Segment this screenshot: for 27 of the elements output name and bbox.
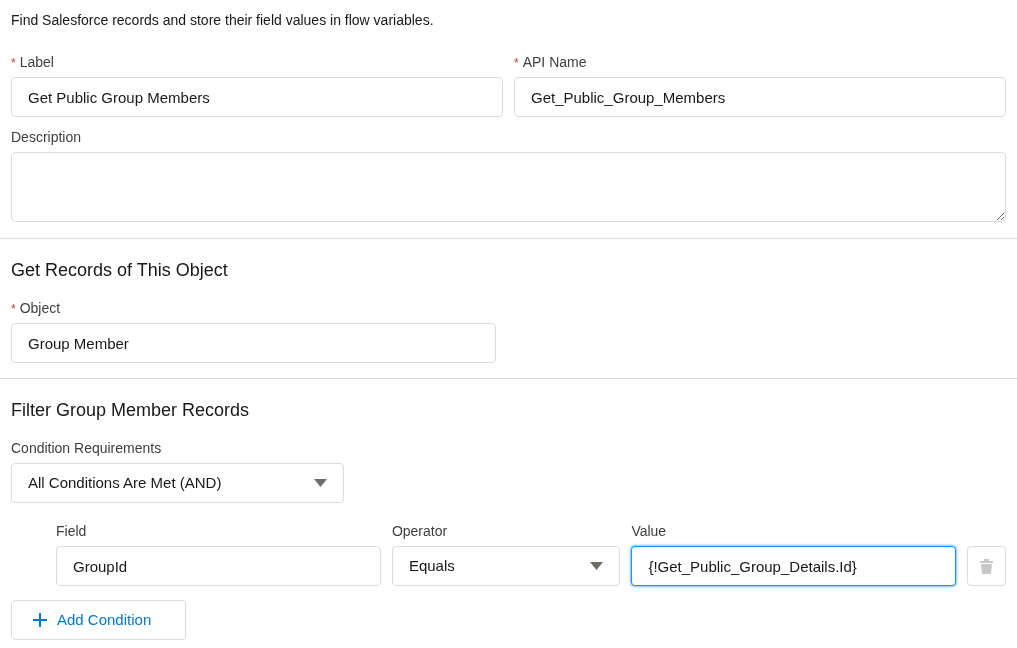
section-heading: Get Records of This Object [11,259,229,282]
text-input[interactable]: {!Get_Public_Group_Details.Id} [631,546,957,586]
text-input[interactable]: Get Public Group Members [11,77,503,117]
field-label: Operator [391,522,448,541]
field-label: Object [19,299,61,318]
caret-down-icon [314,479,327,487]
select-dropdown[interactable]: Equals [391,546,621,586]
add-condition-button[interactable]: Add Condition [11,600,186,640]
text-input[interactable]: GroupId [56,546,381,586]
field-label: Description [11,128,82,147]
required-asterisk: * [11,54,16,72]
text-input[interactable]: Group Member [11,323,496,363]
field-label: Field [56,522,87,541]
required-asterisk: * [11,300,16,318]
select-dropdown[interactable]: All Conditions Are Met (AND) [11,463,344,503]
description-textarea[interactable] [11,152,1006,222]
field-label: Label [19,53,54,72]
text-input[interactable]: Get_Public_Group_Members [514,77,1006,117]
trash-icon [980,558,994,574]
required-asterisk: * [514,54,519,72]
field-label: Condition Requirements [11,439,162,458]
field-label: Value [631,522,667,541]
section-heading: Filter Group Member Records [11,399,251,422]
intro-text: Find Salesforce records and store their field values in flow variables. [11,11,435,30]
caret-down-icon [590,562,604,570]
plus-icon [33,613,47,627]
field-label: API Name [522,53,587,72]
